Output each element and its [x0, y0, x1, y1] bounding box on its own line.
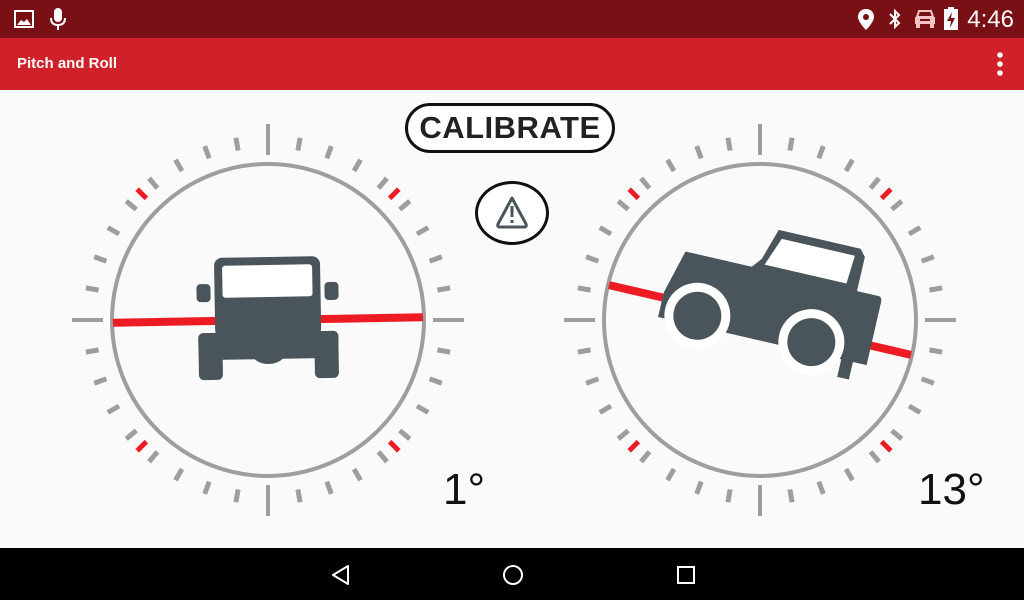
pitch-gauge-tick [843, 467, 855, 482]
pitch-gauge-tick [725, 488, 733, 503]
warning-icon [496, 196, 528, 229]
roll-gauge-tick [147, 176, 160, 190]
clock: 4:46 [967, 6, 1014, 33]
pitch-gauge-tick [577, 285, 592, 293]
roll-gauge-tick [233, 488, 241, 503]
pitch-gauge-tick [585, 376, 600, 386]
roll-gauge-tick [351, 158, 363, 173]
roll-gauge-tick [147, 450, 160, 464]
roll-gauge-tick [428, 254, 443, 264]
roll-gauge-tick [106, 403, 121, 415]
pitch-gauge-tick [787, 488, 795, 503]
image-icon [14, 10, 34, 28]
pitch-gauge-tick [639, 176, 652, 190]
pitch-gauge-tick [725, 137, 733, 152]
roll-gauge-warning-tick [387, 187, 401, 201]
pitch-gauge-warning-tick [627, 187, 641, 201]
roll-gauge-tick [85, 347, 100, 355]
roll-gauge-tick [85, 285, 100, 293]
roll-gauge-tick [202, 480, 212, 495]
roll-gauge-tick [376, 450, 389, 464]
pitch-angle-readout: 13° [918, 465, 985, 514]
pitch-gauge-tick [639, 450, 652, 464]
car-icon [915, 10, 935, 28]
warning-button[interactable] [475, 181, 549, 245]
roll-gauge-tick [93, 254, 108, 264]
roll-gauge-tick [173, 467, 185, 482]
roll-gauge-tick [415, 403, 430, 415]
roll-gauge-tick [124, 428, 138, 441]
roll-gauge-tick [376, 176, 389, 190]
pitch-gauge-tick [890, 199, 904, 212]
roll-gauge-tick [436, 285, 451, 293]
roll-gauge-tick [106, 225, 121, 237]
app-bar: Pitch and Roll [0, 38, 1024, 90]
pitch-gauge-warning-tick [879, 439, 893, 453]
jeep-front-icon [196, 256, 339, 381]
roll-angle-readout: 1° [443, 465, 486, 514]
roll-gauge-tick [233, 137, 241, 152]
pitch-gauge-tick [816, 145, 826, 160]
roll-gauge-tick [398, 199, 412, 212]
roll-gauge-tick [124, 199, 138, 212]
battery-charging-icon [944, 7, 958, 30]
pitch-gauge-tick [616, 428, 630, 441]
recents-button[interactable] [673, 562, 699, 588]
home-button[interactable] [500, 562, 526, 588]
pitch-gauge-tick [598, 225, 613, 237]
roll-gauge [72, 124, 464, 516]
roll-gauge-tick [436, 347, 451, 355]
roll-gauge-warning-tick [135, 439, 149, 453]
app-title: Pitch and Roll [17, 55, 118, 72]
back-button[interactable] [328, 562, 354, 588]
pitch-gauge [564, 124, 956, 516]
navigation-bar [0, 548, 1024, 600]
pitch-gauge-tick [694, 145, 704, 160]
pitch-gauge-tick [928, 285, 943, 293]
roll-gauge-tick [398, 428, 412, 441]
pitch-gauge-tick [598, 403, 613, 415]
pitch-gauge-tick [868, 176, 881, 190]
overflow-menu-icon[interactable] [994, 50, 1006, 78]
pitch-gauge-warning-tick [627, 439, 641, 453]
roll-gauge-tick [324, 480, 334, 495]
roll-gauge-tick [415, 225, 430, 237]
roll-gauge-tick [93, 376, 108, 386]
pitch-gauge-tick [907, 225, 922, 237]
pitch-gauge-tick [665, 467, 677, 482]
roll-gauge-tick [173, 158, 185, 173]
main-content: CALIBRATE 1° 13° [0, 90, 1024, 548]
microphone-icon [50, 8, 66, 30]
roll-gauge-warning-tick [387, 439, 401, 453]
pitch-gauge-tick [843, 158, 855, 173]
pitch-gauge-tick [616, 199, 630, 212]
pitch-gauge-tick [787, 137, 795, 152]
pitch-gauge-tick [920, 376, 935, 386]
pitch-gauge-tick [816, 480, 826, 495]
status-bar: 4:46 [0, 0, 1024, 38]
pitch-gauge-tick [585, 254, 600, 264]
pitch-gauge-tick [694, 480, 704, 495]
roll-gauge-tick [428, 376, 443, 386]
pitch-gauge-warning-tick [879, 187, 893, 201]
pitch-gauge-tick [577, 347, 592, 355]
pitch-gauge-tick [868, 450, 881, 464]
roll-gauge-tick [202, 145, 212, 160]
pitch-gauge-tick [665, 158, 677, 173]
roll-gauge-tick [324, 145, 334, 160]
pitch-gauge-tick [890, 428, 904, 441]
pitch-gauge-tick [928, 347, 943, 355]
roll-gauge-warning-tick [135, 187, 149, 201]
roll-gauge-tick [295, 488, 303, 503]
bluetooth-icon [889, 8, 901, 30]
roll-gauge-tick [295, 137, 303, 152]
roll-gauge-tick [351, 467, 363, 482]
pitch-gauge-tick [920, 254, 935, 264]
pitch-gauge-tick [907, 403, 922, 415]
jeep-side-icon [658, 229, 882, 380]
location-icon [858, 9, 874, 30]
